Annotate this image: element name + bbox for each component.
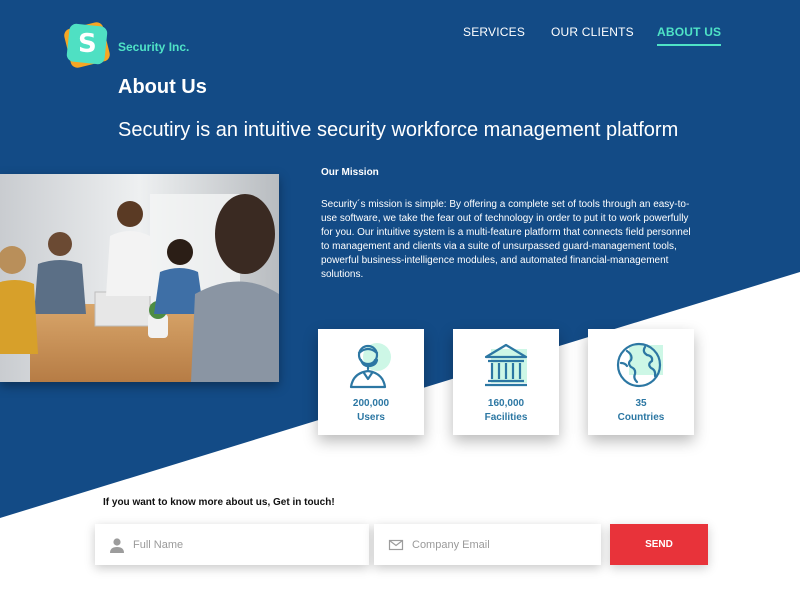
full-name-input[interactable]	[133, 538, 333, 551]
team-photo	[0, 174, 279, 382]
logo-front-shape: S	[66, 23, 108, 65]
nav-item-services[interactable]: SERVICES	[463, 25, 525, 39]
stat-card-countries: 35 Countries	[588, 329, 694, 435]
contact-heading: If you want to know more about us, Get i…	[103, 497, 335, 508]
company-email-input[interactable]	[412, 538, 601, 551]
page-subtitle: Secutiry is an intuitive security workfo…	[118, 119, 679, 141]
bank-building-icon	[480, 339, 532, 391]
logo-letter: S	[77, 28, 97, 59]
user-headset-icon	[345, 339, 397, 391]
stat-card-facilities: 160,000 Facilities	[453, 329, 559, 435]
stat-value: 160,000	[487, 398, 525, 409]
stat-value: 35	[635, 398, 647, 409]
mission-text: Security´s mission is simple: By offerin…	[321, 199, 691, 280]
company-email-field[interactable]	[374, 524, 601, 565]
stat-label: Users	[357, 412, 385, 423]
logo[interactable]: S	[62, 20, 112, 70]
send-button[interactable]: SEND	[610, 524, 708, 565]
full-name-field[interactable]	[95, 524, 369, 565]
mission-heading: Our Mission	[321, 167, 379, 178]
nav-item-our-clients[interactable]: OUR CLIENTS	[551, 25, 634, 39]
globe-icon	[615, 339, 667, 391]
user-icon	[109, 537, 125, 553]
stat-label: Facilities	[484, 412, 528, 423]
page-title: About Us	[118, 76, 207, 98]
nav-item-about-us[interactable]: ABOUT US	[657, 25, 722, 46]
brand-name[interactable]: Security Inc.	[118, 40, 189, 54]
stat-card-users: 200,000 Users	[318, 329, 424, 435]
stat-label: Countries	[617, 412, 665, 423]
envelope-icon	[388, 537, 404, 553]
stat-value: 200,000	[352, 398, 390, 409]
